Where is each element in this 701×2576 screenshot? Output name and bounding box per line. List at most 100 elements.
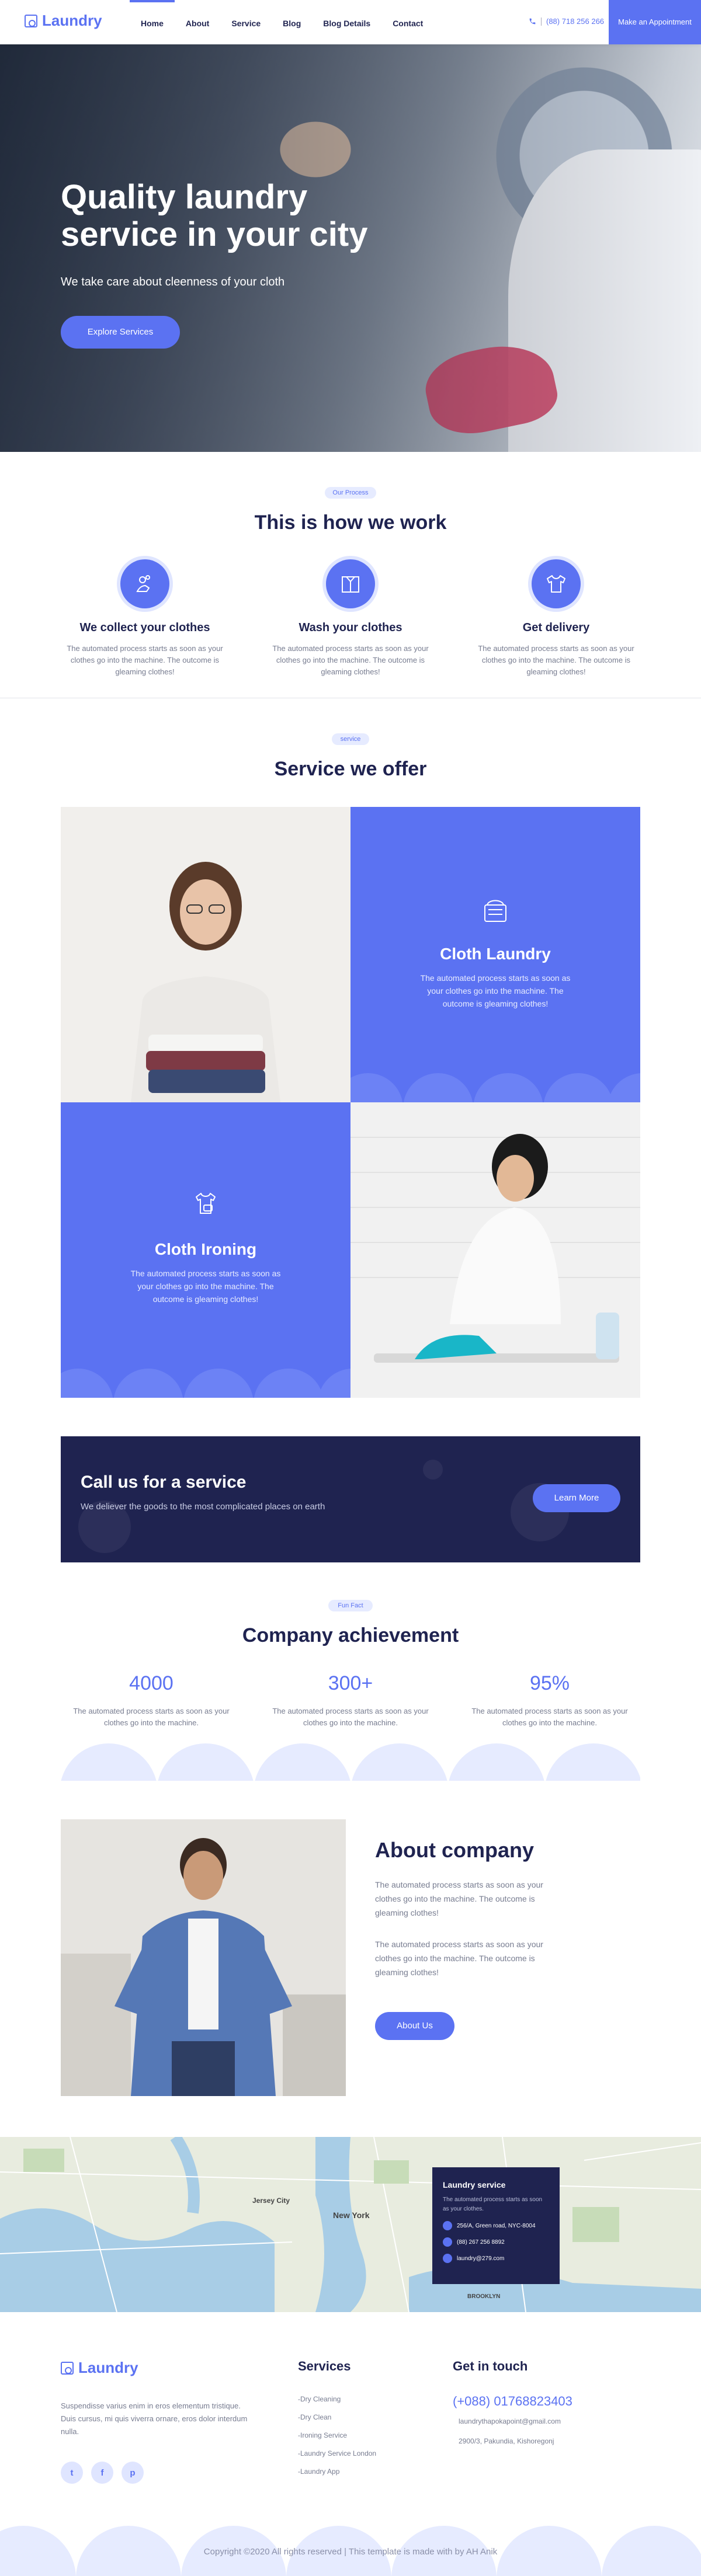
stat-value: 300+ [328, 1672, 373, 1694]
learn-more-button[interactable]: Learn More [533, 1484, 620, 1512]
service-card-cloth-laundry[interactable]: Cloth Laundry The automated process star… [350, 807, 640, 1102]
decorative-bumps [61, 1743, 640, 1781]
map-label-new-york: New York [333, 2211, 370, 2220]
map-card-title: Laundry service [443, 2180, 506, 2189]
footer-service-link[interactable]: -Ironing Service [298, 2427, 376, 2445]
service-card-cloth-ironing[interactable]: Cloth Ironing The automated process star… [61, 1102, 350, 1398]
hero-title: Quality laundry service in your city [61, 178, 368, 253]
twitter-icon[interactable]: t [61, 2462, 83, 2484]
call-banner: Call us for a service We deliever the go… [61, 1436, 640, 1562]
about-paragraph: The automated process starts as soon as … [375, 1940, 543, 1977]
pinterest-icon[interactable]: p [122, 2462, 144, 2484]
footer: Laundry Suspendisse varius enim in eros … [0, 2312, 701, 2576]
process-step-title: Get delivery [522, 621, 590, 634]
process-step-title: We collect your clothes [79, 621, 210, 634]
menu-item-service[interactable]: Service [220, 0, 272, 44]
services-pill: service [332, 733, 369, 745]
header-phone-number: (88) 718 256 266 [546, 17, 605, 26]
map-card-email-text: laundry@279.com [457, 2255, 505, 2262]
main-menu: Home About Service Blog Blog Details Con… [130, 0, 434, 44]
about-photo [61, 1819, 346, 2096]
process-step-text: The automated process starts as soon as … [272, 644, 429, 676]
service-title: Cloth Ironing [154, 1240, 257, 1258]
explore-services-button[interactable]: Explore Services [61, 316, 180, 349]
map-canvas [0, 2137, 701, 2312]
stat-value: 95% [529, 1672, 570, 1694]
achievement-pill: Fun Fact [328, 1600, 373, 1611]
phone-divider [541, 17, 542, 26]
menu-item-home[interactable]: Home [130, 0, 175, 44]
phone-icon [529, 18, 536, 25]
achievement-stats: 4000 The automated process starts as soo… [61, 1672, 640, 1729]
decorative-waves [61, 1369, 350, 1398]
map-card-address: 256/A, Green road, NYC-8004 [443, 2221, 549, 2230]
shirt-box-icon [326, 559, 375, 608]
stat-item: 95% The automated process starts as soon… [459, 1672, 640, 1729]
brand-logo[interactable]: Laundry [25, 12, 102, 30]
menu-item-contact[interactable]: Contact [381, 0, 434, 44]
service-text: The automated process starts as soon as … [130, 1269, 281, 1304]
menu-item-blog-details[interactable]: Blog Details [312, 0, 381, 44]
header-phone[interactable]: (88) 718 256 266 [529, 17, 604, 26]
about-title: About company [375, 1838, 535, 1862]
decorative-bubble [423, 1460, 443, 1480]
achievement-title: Company achievement [242, 1624, 459, 1646]
call-title: Call us for a service [81, 1473, 247, 1492]
about-paragraph: The automated process starts as soon as … [375, 1880, 543, 1917]
map-label-brooklyn: BROOKLYN [467, 2293, 501, 2300]
decorative-waves [350, 1073, 640, 1102]
stat-item: 4000 The automated process starts as soo… [61, 1672, 242, 1729]
footer-service-link[interactable]: -Dry Clean [298, 2408, 376, 2427]
process-step-text: The automated process starts as soon as … [67, 644, 223, 676]
laundry-woman-photo [61, 807, 350, 1102]
brand-name: Laundry [42, 12, 102, 29]
menu-item-blog[interactable]: Blog [272, 0, 312, 44]
footer-services-list: -Dry Cleaning -Dry Clean -Ironing Servic… [298, 2390, 376, 2481]
map-card-phone[interactable]: (88) 267 256 8892 [443, 2237, 549, 2247]
social-links: t f p [61, 2462, 144, 2484]
process-step-text: The automated process starts as soon as … [478, 644, 634, 676]
footer-email[interactable]: laundrythapokapoint@gmail.com [459, 2417, 561, 2425]
service-text: The automated process starts as soon as … [420, 973, 571, 1008]
washing-machine-icon [25, 14, 37, 27]
map-card-address-text: 256/A, Green road, NYC-8004 [457, 2222, 536, 2229]
facebook-icon[interactable]: f [91, 2462, 113, 2484]
services-title: Service we offer [274, 758, 427, 780]
footer-logo[interactable]: Laundry [61, 2359, 138, 2377]
location-map[interactable]: Jersey City New York BROOKLYN Laundry se… [0, 2137, 701, 2312]
process-steps: We collect your clothes The automated pr… [61, 559, 640, 678]
call-subtitle: We deliever the goods to the most compli… [81, 1502, 325, 1512]
footer-brand-name: Laundry [78, 2359, 138, 2376]
laundry-basket-icon [484, 900, 506, 922]
footer-address: 2900/3, Pakundia, Kishoregonj [459, 2437, 554, 2445]
footer-phone[interactable]: (+088) 01768823403 [453, 2394, 572, 2409]
make-appointment-button[interactable]: Make an Appointment [609, 0, 701, 44]
footer-service-link[interactable]: -Dry Cleaning [298, 2390, 376, 2408]
hero-subtitle: We take care about cleenness of your clo… [61, 276, 285, 288]
process-step-title: Wash your clothes [299, 621, 402, 634]
map-card-email[interactable]: laundry@279.com [443, 2254, 549, 2263]
footer-description: Suspendisse varius enim in eros elementu… [61, 2401, 248, 2436]
services-grid: Cloth Laundry The automated process star… [61, 807, 640, 1398]
phone-icon [443, 2237, 452, 2247]
footer-decorative-waves [0, 2526, 701, 2576]
process-step: Get delivery The automated process start… [472, 559, 640, 678]
map-info-card: Laundry service The automated process st… [432, 2167, 560, 2284]
washing-machine-icon [61, 2361, 74, 2375]
footer-service-link[interactable]: -Laundry Service London [298, 2445, 376, 2463]
menu-item-about[interactable]: About [175, 0, 220, 44]
stat-item: 300+ The automated process starts as soo… [260, 1672, 441, 1729]
about-us-button[interactable]: About Us [375, 2012, 454, 2040]
process-step: We collect your clothes The automated pr… [61, 559, 229, 678]
location-pin-icon [443, 2221, 452, 2230]
service-title: Cloth Laundry [440, 945, 551, 963]
stat-text: The automated process starts as soon as … [73, 1707, 230, 1727]
ironing-woman-photo [350, 1102, 640, 1398]
map-card-phone-text: (88) 267 256 8892 [457, 2239, 505, 2246]
footer-service-link[interactable]: -Laundry App [298, 2463, 376, 2481]
top-navbar: Laundry Home About Service Blog Blog Det… [0, 0, 701, 44]
shirt-iron-icon [196, 1193, 216, 1214]
page: Laundry Home About Service Blog Blog Det… [0, 0, 701, 2576]
stat-text: The automated process starts as soon as … [471, 1707, 628, 1727]
hero-section: Quality laundry service in your city We … [0, 44, 701, 452]
